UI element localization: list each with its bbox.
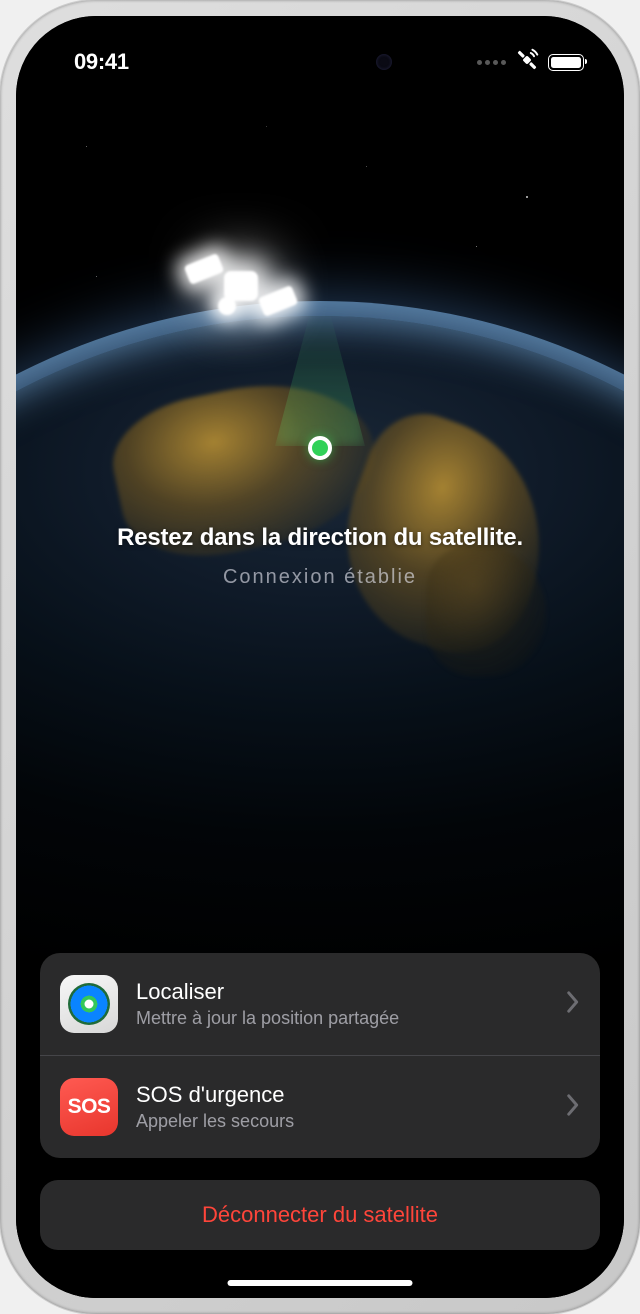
cellular-no-signal-icon (477, 60, 506, 65)
home-indicator[interactable] (228, 1280, 413, 1286)
status-time: 09:41 (56, 49, 129, 75)
phone-device-frame: 09:41 (0, 0, 640, 1314)
sos-emergency-action[interactable]: SOS SOS d'urgence Appeler les secours (40, 1055, 600, 1158)
find-my-app-icon (60, 975, 118, 1033)
dynamic-island (234, 38, 406, 86)
action-list: Localiser Mettre à jour la position part… (40, 953, 600, 1158)
sos-app-icon: SOS (60, 1078, 118, 1136)
main-content: Restez dans la direction du satellite. C… (16, 16, 624, 1298)
instruction-title: Restez dans la direction du satellite. (56, 524, 584, 552)
satellite-icon (186, 241, 296, 331)
chevron-right-icon (566, 991, 580, 1018)
screen: 09:41 (16, 16, 624, 1298)
chevron-right-icon (566, 1094, 580, 1121)
sos-title: SOS d'urgence (136, 1082, 548, 1108)
status-indicators (477, 47, 584, 78)
find-my-title: Localiser (136, 979, 548, 1005)
bottom-actions: Localiser Mettre à jour la position part… (40, 953, 600, 1268)
find-my-subtitle: Mettre à jour la position partagée (136, 1008, 548, 1029)
front-camera (376, 54, 392, 70)
connection-status: Connexion établie (56, 566, 584, 589)
sos-subtitle: Appeler les secours (136, 1111, 548, 1132)
battery-icon (548, 54, 584, 71)
satellite-status-icon (514, 47, 540, 78)
instruction-block: Restez dans la direction du satellite. C… (16, 524, 624, 589)
my-location-dot (308, 436, 332, 460)
disconnect-satellite-button[interactable]: Déconnecter du satellite (40, 1180, 600, 1250)
find-my-action[interactable]: Localiser Mettre à jour la position part… (40, 953, 600, 1055)
